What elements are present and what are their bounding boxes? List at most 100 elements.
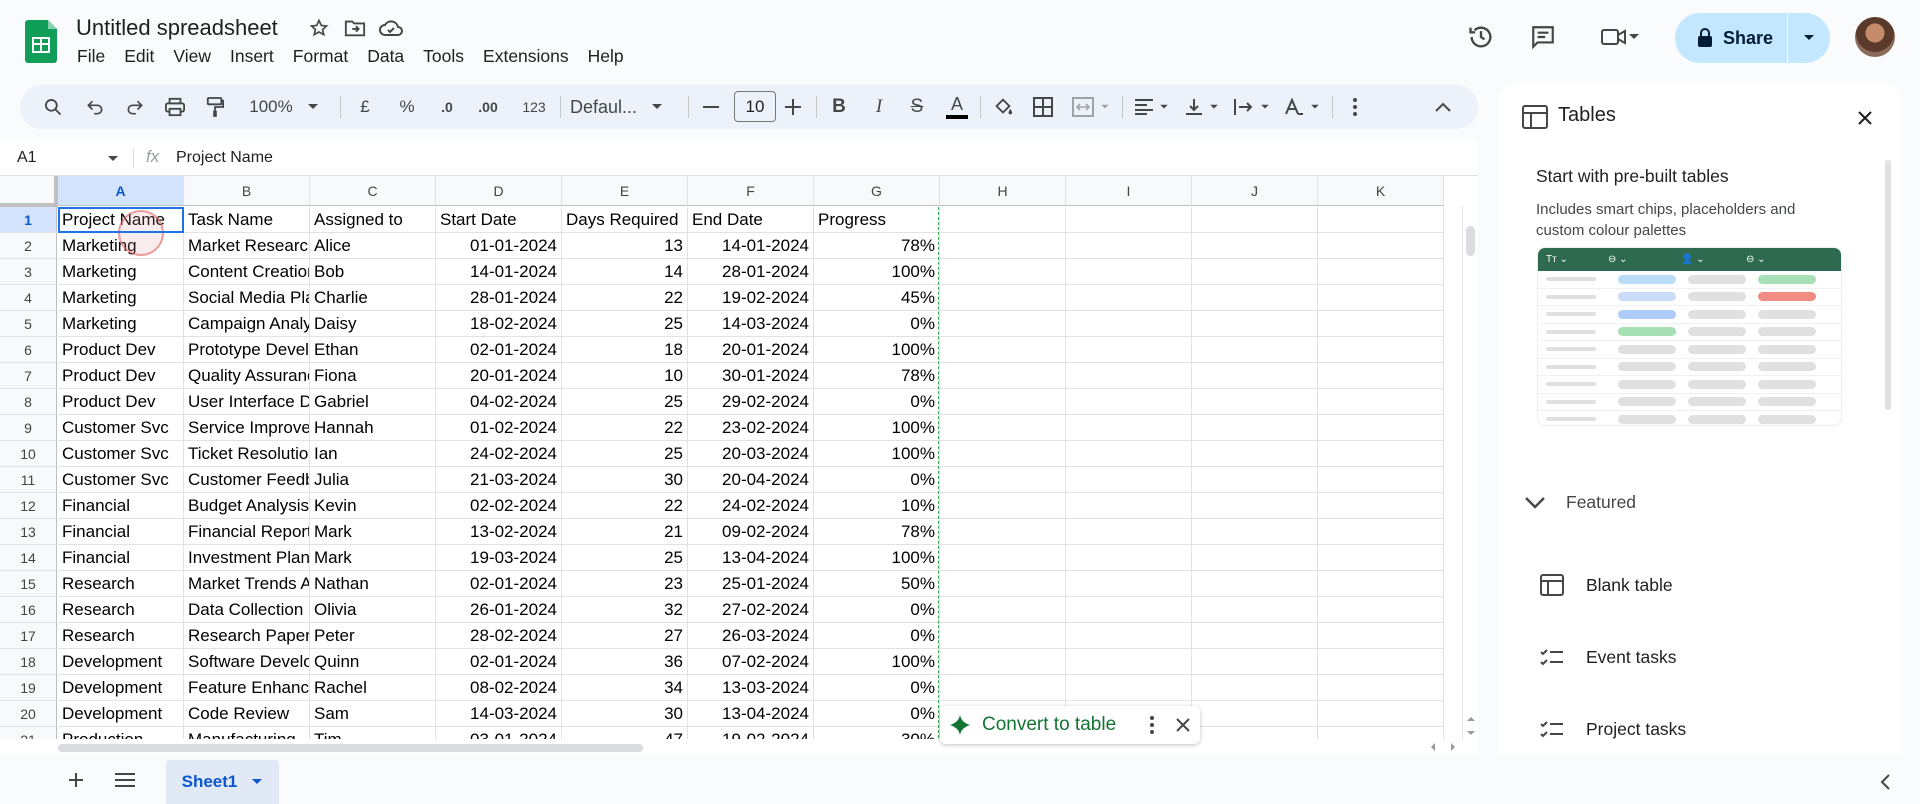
table-cell[interactable]: 100% [814, 259, 940, 285]
table-cell[interactable] [1192, 311, 1318, 337]
chevron-down-icon[interactable] [1524, 496, 1546, 510]
scroll-right-icon[interactable] [1450, 743, 1456, 751]
table-cell[interactable]: 20-01-2024 [688, 337, 814, 363]
table-cell[interactable]: 0% [814, 597, 940, 623]
table-cell[interactable]: 100% [814, 415, 940, 441]
horizontal-scrollbar[interactable] [0, 739, 1478, 755]
table-cell[interactable] [940, 259, 1066, 285]
column-header-j[interactable]: J [1192, 176, 1318, 206]
row-header[interactable]: 14 [0, 545, 57, 571]
italic-icon[interactable]: I [864, 85, 894, 129]
row-header[interactable]: 6 [0, 337, 57, 363]
table-cell[interactable]: Marketing [58, 311, 184, 337]
table-cell[interactable]: 0% [814, 675, 940, 701]
redo-icon[interactable] [120, 85, 150, 129]
table-cell[interactable] [1192, 259, 1318, 285]
table-cell[interactable]: 24-02-2024 [436, 441, 562, 467]
table-cell[interactable] [940, 545, 1066, 571]
blank-table-item[interactable]: Blank table [1586, 575, 1673, 596]
zoom-select[interactable]: 100% [242, 85, 326, 129]
percent-format-button[interactable]: % [392, 85, 422, 129]
table-cell[interactable]: Peter [310, 623, 436, 649]
event-tasks-item[interactable]: Event tasks [1586, 647, 1676, 668]
header-cell[interactable]: Task Name [184, 207, 310, 233]
table-cell[interactable] [1066, 467, 1192, 493]
table-cell[interactable]: Mark [310, 519, 436, 545]
table-cell[interactable]: 18-02-2024 [436, 311, 562, 337]
more-options-icon[interactable] [1150, 716, 1154, 734]
table-cell[interactable]: Research [58, 571, 184, 597]
table-cell[interactable] [940, 519, 1066, 545]
convert-to-table-button[interactable]: Convert to table [982, 714, 1142, 736]
more-options-icon[interactable] [1340, 85, 1370, 129]
decrease-decimal-button[interactable]: .0 [430, 85, 464, 129]
row-header[interactable]: 8 [0, 389, 57, 415]
column-header-c[interactable]: C [310, 176, 436, 206]
document-title[interactable]: Untitled spreadsheet [76, 15, 278, 41]
table-cell[interactable]: Customer Svc [58, 467, 184, 493]
table-cell[interactable]: 01-01-2024 [436, 233, 562, 259]
table-cell[interactable]: Fiona [310, 363, 436, 389]
table-cell[interactable]: 100% [814, 441, 940, 467]
table-cell[interactable]: 28-02-2024 [436, 623, 562, 649]
strikethrough-icon[interactable]: S [902, 85, 932, 129]
table-cell[interactable] [1066, 623, 1192, 649]
table-cell[interactable]: Customer Svc [58, 415, 184, 441]
horizontal-align-icon[interactable] [1130, 85, 1174, 129]
table-cell[interactable]: 20-04-2024 [688, 467, 814, 493]
table-cell[interactable]: Service Improvement [184, 415, 310, 441]
table-cell[interactable]: 29-02-2024 [688, 389, 814, 415]
row-header[interactable]: 1 [0, 207, 57, 233]
chevron-down-icon[interactable] [251, 778, 263, 786]
fill-color-icon[interactable] [988, 85, 1018, 129]
table-cell[interactable] [940, 233, 1066, 259]
table-cell[interactable] [1066, 545, 1192, 571]
table-cell[interactable]: Campaign Analysis [184, 311, 310, 337]
table-cell[interactable]: 27 [562, 623, 688, 649]
panel-scrollbar[interactable] [1885, 160, 1891, 410]
table-cell[interactable] [1066, 285, 1192, 311]
table-cell[interactable]: 08-02-2024 [436, 675, 562, 701]
table-cell[interactable] [940, 285, 1066, 311]
table-cell[interactable] [1318, 701, 1444, 727]
table-cell[interactable]: 0% [814, 701, 940, 727]
selected-cell-a1[interactable] [58, 207, 184, 233]
table-cell[interactable] [1318, 259, 1444, 285]
table-cell[interactable]: 25 [562, 311, 688, 337]
table-cell[interactable] [1192, 415, 1318, 441]
table-cell[interactable]: Budget Analysis [184, 493, 310, 519]
table-cell[interactable] [1066, 493, 1192, 519]
table-cell[interactable]: Data Collection [184, 597, 310, 623]
table-cell[interactable]: User Interface Design [184, 389, 310, 415]
table-cell[interactable]: Bob [310, 259, 436, 285]
table-cell[interactable] [1192, 545, 1318, 571]
table-cell[interactable]: 02-01-2024 [436, 571, 562, 597]
share-button[interactable]: Share [1675, 13, 1830, 63]
header-cell[interactable] [1066, 207, 1192, 233]
table-cell[interactable]: 78% [814, 233, 940, 259]
table-cell[interactable]: 21 [562, 519, 688, 545]
table-cell[interactable] [1192, 389, 1318, 415]
menu-help[interactable]: Help [588, 46, 624, 67]
table-cell[interactable] [1192, 493, 1318, 519]
table-cell[interactable] [1192, 363, 1318, 389]
table-cell[interactable]: 30 [562, 701, 688, 727]
cloud-status-icon[interactable] [379, 16, 403, 40]
table-cell[interactable] [1192, 441, 1318, 467]
table-cell[interactable] [1192, 519, 1318, 545]
table-cell[interactable] [1318, 311, 1444, 337]
table-template-preview[interactable]: Tт ⌄ ⊖ ⌄ 👤 ⌄ ⊖ ⌄ [1537, 247, 1842, 426]
close-icon[interactable] [1176, 718, 1190, 732]
row-header[interactable]: 15 [0, 571, 57, 597]
table-cell[interactable]: Prototype Development [184, 337, 310, 363]
menu-data[interactable]: Data [367, 46, 404, 67]
table-cell[interactable]: 02-01-2024 [436, 337, 562, 363]
table-cell[interactable]: Customer Feedback [184, 467, 310, 493]
table-cell[interactable]: 02-01-2024 [436, 649, 562, 675]
row-header[interactable]: 16 [0, 597, 57, 623]
increase-font-size-icon[interactable] [778, 85, 808, 129]
table-cell[interactable] [1192, 337, 1318, 363]
table-cell[interactable] [1318, 441, 1444, 467]
merge-cells-icon[interactable] [1066, 85, 1116, 129]
column-header-a[interactable]: A [58, 176, 184, 206]
